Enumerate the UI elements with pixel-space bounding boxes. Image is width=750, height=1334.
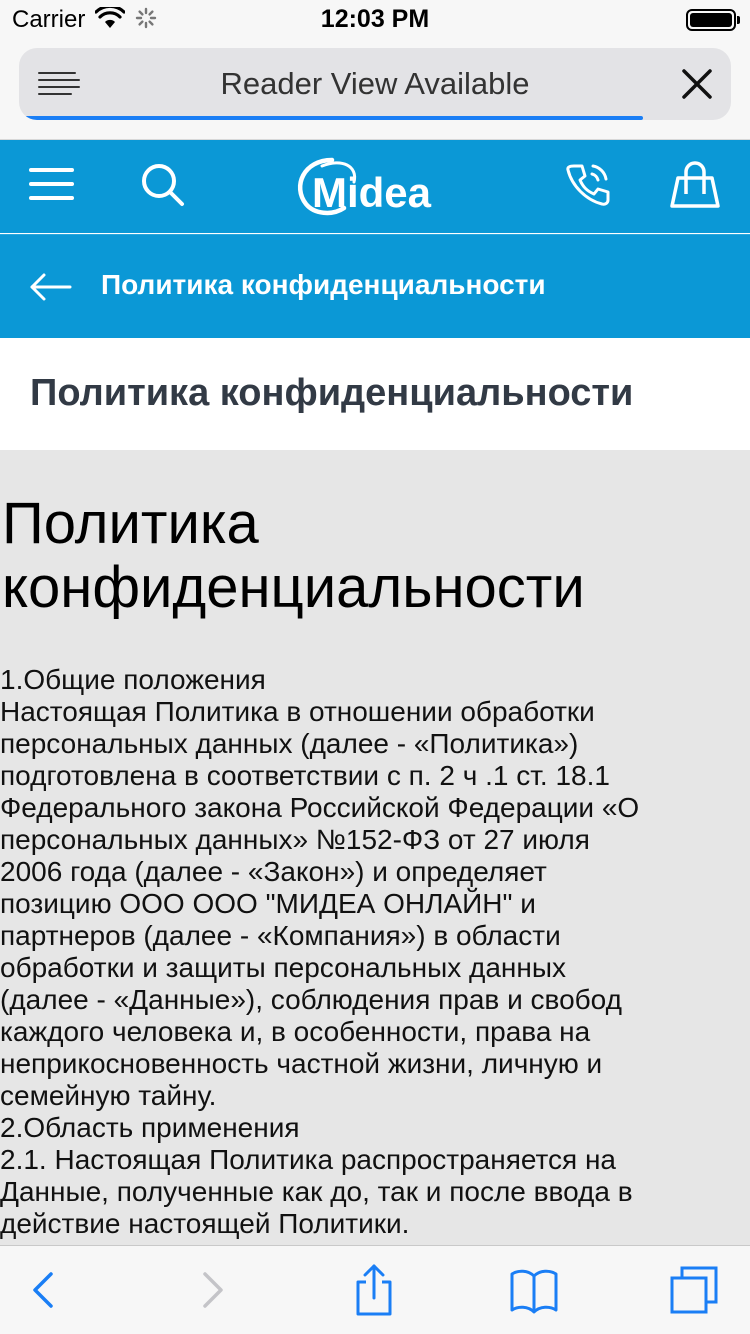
forward-icon[interactable]	[184, 1262, 240, 1318]
sub-header-title: Политика конфиденциальности	[101, 269, 546, 300]
document-line: Федерального закона Российской Федерации…	[0, 792, 640, 823]
share-icon[interactable]	[346, 1262, 402, 1318]
document-body: 1.Общие положения Настоящая Политика в от…	[0, 664, 750, 1240]
document-line: действие настоящей Политики.	[0, 1208, 410, 1239]
menu-icon[interactable]	[28, 164, 76, 209]
address-text: Reader View Available	[220, 66, 530, 101]
document-line: 2006 года (далее - «Закон») и определяет	[0, 856, 547, 887]
bottom-toolbar	[0, 1245, 750, 1334]
document-heading-line-1: Политика	[2, 491, 259, 556]
document-line: семейную тайну.	[0, 1080, 217, 1111]
page-title-band: Политика конфиденциальности	[0, 338, 750, 450]
sub-header: Политика конфиденциальности	[0, 234, 750, 338]
document-line: позицию ООО ООО "МИДЕА ОНЛАЙН" и	[0, 888, 536, 919]
tabs-icon[interactable]	[666, 1262, 722, 1318]
logo-text: Midea	[312, 169, 432, 216]
document-heading-line-2: конфиденциальности	[2, 555, 585, 620]
document-line: обработки и защиты персональных данных	[0, 952, 566, 983]
back-arrow-icon[interactable]	[28, 269, 74, 305]
document-line: (далее - «Данные»), соблюдения прав и св…	[0, 984, 622, 1015]
phone-icon[interactable]	[564, 160, 612, 213]
document-line: каждого человека и, в особенности, права…	[0, 1016, 591, 1047]
document-line: подготовлена в соответствии с п. 2 ч .1 …	[0, 760, 610, 791]
search-icon[interactable]	[140, 162, 188, 213]
document-heading: Политика конфиденциальности	[2, 492, 748, 620]
document-line: 1.Общие положения	[0, 664, 266, 695]
browser-top-bar: Reader View Available	[0, 40, 750, 140]
document-line: неприкосновенность частной жизни, личную…	[0, 1048, 603, 1079]
site-header: Midea	[0, 140, 750, 233]
status-time: 12:03 PM	[320, 5, 430, 33]
bookmarks-icon[interactable]	[506, 1262, 562, 1318]
battery-icon	[686, 9, 740, 31]
document-line: Настоящая Политика в отношении обработки	[0, 696, 595, 727]
status-bar: Carrier 12:03 PM	[0, 0, 750, 40]
midea-logo[interactable]: Midea	[292, 152, 462, 220]
document-line: 2.Область применения	[0, 1112, 300, 1143]
back-icon[interactable]	[16, 1262, 72, 1318]
document-content: Политика конфиденциальности 1.Общие поло…	[0, 450, 750, 1245]
document-line: партнеров (далее - «Компания») в области	[0, 920, 561, 951]
document-line: Данные, полученные как до, так и после в…	[0, 1176, 633, 1207]
document-line: 2.1. Настоящая Политика распространяется…	[0, 1144, 616, 1175]
close-icon[interactable]	[679, 66, 715, 102]
address-bar[interactable]: Reader View Available	[19, 48, 731, 120]
document-line: персональных данных» №152-ФЗ от 27 июля	[0, 824, 590, 855]
document-line: персональных данных (далее - «Политика»)	[0, 728, 579, 759]
page-load-progress	[23, 116, 643, 120]
shopping-bag-icon[interactable]	[668, 160, 722, 215]
page-title: Политика конфиденциальности	[30, 372, 634, 414]
